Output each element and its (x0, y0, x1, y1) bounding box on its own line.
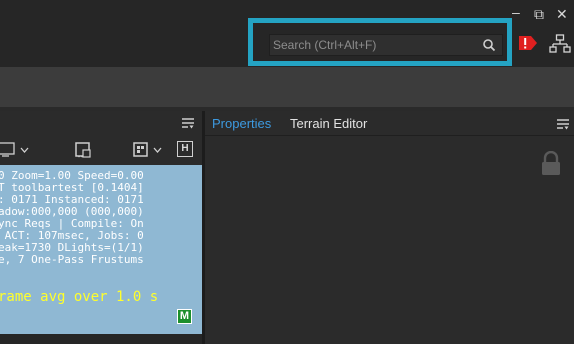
panel-options-icon[interactable] (556, 117, 570, 131)
network-icon[interactable] (549, 34, 571, 54)
viewport-toolbar: H (0, 135, 202, 165)
restore-button[interactable]: ⧉ (534, 6, 544, 22)
stats-line: e, 7 One-Pass Frustums (0, 253, 144, 266)
title-bar: – ⧉ ✕ Search (Ctrl+Alt+F) (0, 0, 574, 67)
viewport-stats: 0 Zoom=1.00 Speed=0.00 T toolbartest [0.… (0, 170, 144, 266)
search-input[interactable]: Search (Ctrl+Alt+F) (269, 34, 503, 56)
tab-terrain-editor[interactable]: Terrain Editor (290, 116, 367, 131)
tab-properties[interactable]: Properties (212, 116, 271, 131)
frame-average-text: rame avg over 1.0 s (0, 289, 159, 305)
editor-window: – ⧉ ✕ Search (Ctrl+Alt+F) H 0 Zoom=1.00 … (0, 0, 574, 344)
viewport-m-badge: M (177, 309, 192, 324)
display-mode-dropdown-icon[interactable] (0, 142, 32, 158)
lock-icon[interactable] (540, 151, 562, 177)
search-placeholder: Search (Ctrl+Alt+F) (273, 38, 377, 52)
search-icon[interactable] (482, 38, 496, 52)
alert-icon[interactable] (518, 34, 538, 52)
panel-options-icon[interactable] (181, 116, 195, 130)
tabs-divider (205, 135, 574, 136)
minimize-button[interactable]: – (512, 4, 520, 20)
viewport-screenshot-icon[interactable] (74, 141, 92, 159)
viewport-header (0, 111, 202, 135)
render-settings-dropdown-icon[interactable] (132, 141, 166, 159)
close-button[interactable]: ✕ (556, 6, 568, 22)
properties-panel: Properties Terrain Editor (205, 111, 574, 344)
viewport[interactable]: 0 Zoom=1.00 Speed=0.00 T toolbartest [0.… (0, 165, 202, 334)
main-toolbar (0, 67, 574, 111)
helpers-toggle-button[interactable]: H (177, 141, 193, 157)
